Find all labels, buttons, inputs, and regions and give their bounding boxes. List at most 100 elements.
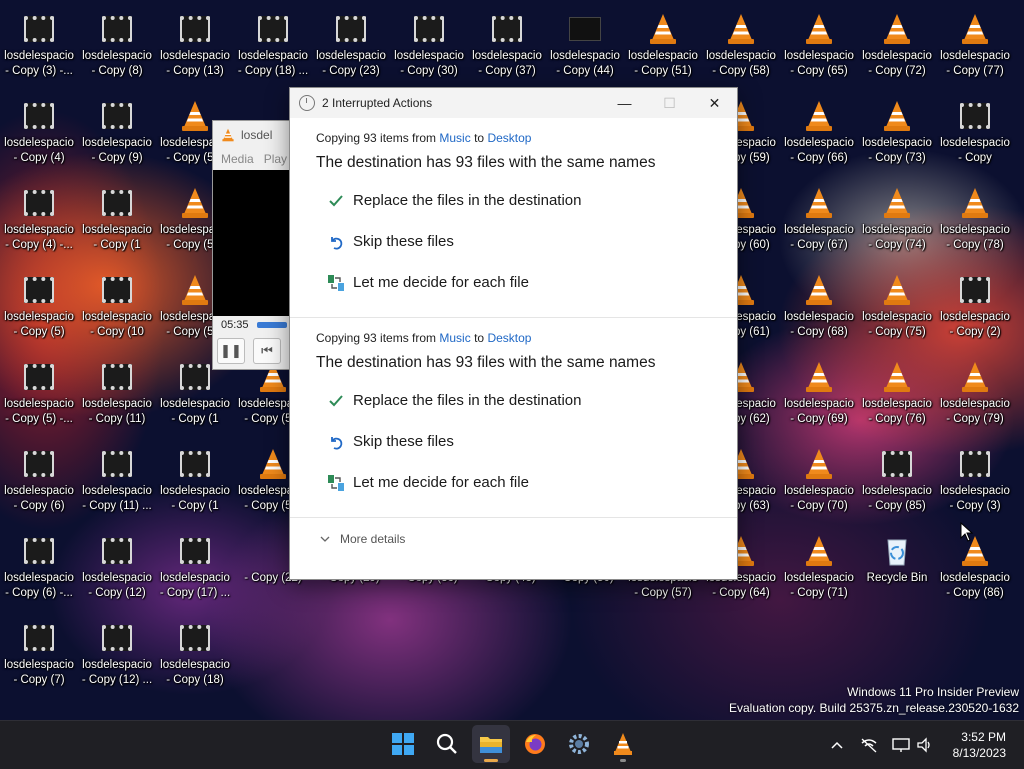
desktop-file-icon[interactable]: losdelespacio - Copy (71) — [780, 527, 858, 614]
desktop-file-icon[interactable]: losdelespacio - Copy (68) — [780, 266, 858, 353]
desktop-file-icon[interactable]: losdelespacio - Copy (3) — [936, 440, 1014, 527]
icon-label-line2: - Copy (58) — [712, 65, 770, 77]
desktop-file-icon[interactable]: losdelespacio - Copy (65) — [780, 5, 858, 92]
desktop-file-icon[interactable]: losdelespacio - Copy (9) — [78, 92, 156, 179]
icon-label: losdelespacio - Copy (72) — [858, 49, 936, 79]
desktop-file-icon[interactable]: losdelespacio - Copy (77) — [936, 5, 1014, 92]
desktop-file-icon[interactable]: losdelespacio - Copy (51) — [624, 5, 702, 92]
icon-label-line1: losdelespacio — [4, 224, 74, 236]
desktop-file-icon[interactable]: losdelespacio - Copy (70) — [780, 440, 858, 527]
desktop-file-icon[interactable]: losdelespacio - Copy (72) — [858, 5, 936, 92]
vlc-taskbar-button[interactable] — [604, 725, 642, 763]
desktop-file-icon[interactable]: losdelespacio - Copy (78) — [936, 179, 1014, 266]
desktop-file-icon[interactable]: losdelespacio - Copy (5) -... — [0, 353, 78, 440]
desktop-file-icon[interactable]: losdelespacio - Copy (4) -... — [0, 179, 78, 266]
source-folder-link[interactable]: Music — [439, 331, 470, 345]
desktop-file-icon[interactable]: losdelespacio - Copy (79) — [936, 353, 1014, 440]
desktop-file-icon[interactable]: losdelespacio - Copy (6) — [0, 440, 78, 527]
skip-files-option[interactable]: Skip these files — [326, 221, 711, 262]
icon-label: losdelespacio - Copy (75) — [858, 310, 936, 340]
more-details-toggle[interactable]: More details — [290, 518, 737, 560]
desktop-file-icon[interactable]: losdelespacio - Copy (37) — [468, 5, 546, 92]
icon-label-line1: losdelespacio — [394, 50, 464, 62]
icon-label: losdelespacio - Copy (8) — [78, 49, 156, 79]
desktop-file-icon[interactable]: losdelespacio - Copy (11) — [78, 353, 156, 440]
pause-button[interactable]: ❚❚ — [217, 338, 245, 364]
desktop-file-icon[interactable]: losdelespacio - Copy (69) — [780, 353, 858, 440]
desktop-file-icon[interactable]: losdelespacio - Copy (66) — [780, 92, 858, 179]
minimize-button[interactable]: — — [602, 88, 647, 118]
skip-files-option[interactable]: Skip these files — [326, 421, 711, 462]
desktop-file-icon[interactable]: losdelespacio - Copy — [936, 92, 1014, 179]
desktop-file-icon[interactable]: losdelespacio - Copy (1 — [78, 179, 156, 266]
icon-label: losdelespacio - Copy (66) — [780, 136, 858, 166]
desktop-file-icon[interactable]: losdelespacio - Copy (7) — [0, 614, 78, 701]
network-tray-button[interactable] — [858, 721, 880, 769]
vlc-seek-bar[interactable] — [256, 322, 287, 328]
file-explorer-button[interactable] — [472, 725, 510, 763]
desktop-file-icon[interactable]: losdelespacio - Copy (58) — [702, 5, 780, 92]
source-folder-link[interactable]: Music — [439, 131, 470, 145]
desktop-file-icon[interactable]: losdelespacio - Copy (23) — [312, 5, 390, 92]
video-file-icon — [100, 99, 134, 133]
icon-label: losdelespacio - Copy (69) — [780, 397, 858, 427]
icon-label: losdelespacio - Copy (5) — [0, 310, 78, 340]
show-hidden-icons-button[interactable] — [828, 721, 846, 769]
desktop-file-icon[interactable]: losdelespacio - Copy (11) ... — [78, 440, 156, 527]
desktop-file-icon[interactable]: losdelespacio - Copy (86) — [936, 527, 1014, 614]
firefox-button[interactable] — [516, 725, 554, 763]
icon-label-line2: - Copy (85) — [868, 500, 926, 512]
previous-button[interactable]: ⏮ — [253, 338, 281, 364]
icon-label: losdelespacio - Copy (11) — [78, 397, 156, 427]
volume-tray-button[interactable] — [914, 721, 936, 769]
recycle-bin-shortcut[interactable]: Recycle Bin — [858, 527, 936, 614]
desktop-file-icon[interactable]: losdelespacio - Copy (1 — [156, 440, 234, 527]
destination-folder-link[interactable]: Desktop — [487, 131, 531, 145]
replace-files-option[interactable]: Replace the files in the destination — [326, 380, 711, 421]
icon-label-line2: - Copy (64) — [712, 587, 770, 599]
close-button[interactable]: ✕ — [692, 88, 737, 118]
start-button[interactable] — [384, 725, 422, 763]
desktop-file-icon[interactable]: losdelespacio - Copy (4) — [0, 92, 78, 179]
desktop-file-icon[interactable]: losdelespacio - Copy (30) — [390, 5, 468, 92]
undo-arrow-icon — [326, 432, 346, 452]
desktop-file-icon[interactable]: losdelespacio - Copy (13) — [156, 5, 234, 92]
vlc-icon — [614, 733, 632, 755]
display-tray-button[interactable] — [890, 721, 912, 769]
icon-label-line1: losdelespacio — [82, 398, 152, 410]
desktop-file-icon[interactable]: losdelespacio - Copy (8) — [78, 5, 156, 92]
decide-each-file-option[interactable]: Let me decide for each file — [326, 462, 711, 503]
replace-files-option[interactable]: Replace the files in the destination — [326, 180, 711, 221]
desktop-file-icon[interactable]: losdelespacio - Copy (3) -... — [0, 5, 78, 92]
desktop-file-icon[interactable]: losdelespacio - Copy (44) — [546, 5, 624, 92]
icon-label-line2: - Copy (5) — [13, 326, 65, 338]
desktop-file-icon[interactable]: losdelespacio - Copy (73) — [858, 92, 936, 179]
desktop-file-icon[interactable]: losdelespacio - Copy (76) — [858, 353, 936, 440]
desktop-file-icon[interactable]: losdelespacio - Copy (18) ... — [234, 5, 312, 92]
search-button[interactable] — [428, 725, 466, 763]
vlc-menu-playback[interactable]: Play — [264, 152, 287, 166]
icon-label-line2: - Copy (11) ... — [82, 500, 152, 512]
destination-folder-link[interactable]: Desktop — [487, 331, 531, 345]
desktop-file-icon[interactable]: losdelespacio - Copy (12) — [78, 527, 156, 614]
icon-label-line1: losdelespacio — [784, 572, 854, 584]
dialog-title-bar[interactable]: 2 Interrupted Actions — ☐ ✕ — [290, 88, 737, 118]
desktop-file-icon[interactable]: losdelespacio - Copy (6) -... — [0, 527, 78, 614]
desktop-file-icon[interactable]: losdelespacio - Copy (85) — [858, 440, 936, 527]
taskbar-clock[interactable]: 3:52 PM 8/13/2023 — [953, 729, 1006, 761]
desktop-file-icon[interactable]: losdelespacio - Copy (2) — [936, 266, 1014, 353]
desktop-file-icon[interactable]: losdelespacio - Copy (5) — [0, 266, 78, 353]
decide-each-file-option[interactable]: Let me decide for each file — [326, 262, 711, 303]
desktop-file-icon[interactable]: losdelespacio - Copy (10 — [78, 266, 156, 353]
icon-label-line1: losdelespacio — [316, 50, 386, 62]
desktop-file-icon[interactable]: losdelespacio - Copy (18) — [156, 614, 234, 701]
desktop-file-icon[interactable]: losdelespacio - Copy (12) ... — [78, 614, 156, 701]
icon-label-line1: losdelespacio — [550, 50, 620, 62]
settings-button[interactable] — [560, 725, 598, 763]
vlc-menu-media[interactable]: Media — [221, 152, 254, 166]
desktop-file-icon[interactable]: losdelespacio - Copy (75) — [858, 266, 936, 353]
icon-label-line2: - Copy (67) — [790, 239, 848, 251]
desktop-file-icon[interactable]: losdelespacio - Copy (67) — [780, 179, 858, 266]
desktop-file-icon[interactable]: losdelespacio - Copy (74) — [858, 179, 936, 266]
desktop-file-icon[interactable]: losdelespacio - Copy (17) ... — [156, 527, 234, 614]
